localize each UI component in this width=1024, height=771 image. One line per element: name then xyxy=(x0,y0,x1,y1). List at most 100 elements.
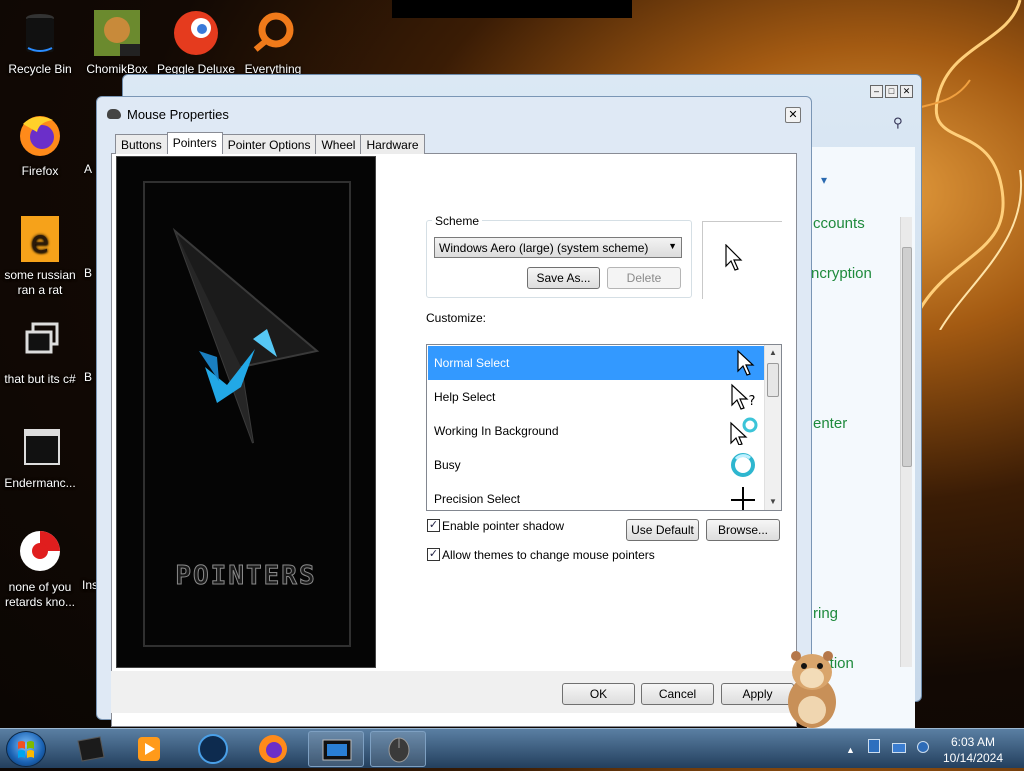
customize-label: Customize: xyxy=(426,311,487,325)
network-icon[interactable] xyxy=(868,739,881,753)
working-cursor-icon xyxy=(730,417,758,445)
arrow-cursor-icon xyxy=(725,244,743,271)
desktop-icon-label: none of you retards kno... xyxy=(4,580,76,609)
busy-cursor-icon xyxy=(731,453,755,477)
tab-pointers[interactable]: Pointers xyxy=(166,132,223,154)
desktop-partial-label: B xyxy=(83,266,92,280)
mouse-icon xyxy=(107,109,121,119)
taskbar-app-cube[interactable] xyxy=(62,731,118,767)
desktop-icon-label: Recycle Bin xyxy=(8,62,72,76)
cursor-list[interactable]: Normal Select Help Select ? Working In B… xyxy=(426,344,782,511)
list-item[interactable]: Busy xyxy=(428,448,764,482)
list-item[interactable]: Normal Select xyxy=(428,346,764,380)
enable-shadow-checkbox[interactable]: ✓ xyxy=(427,519,440,532)
dropdown-caret[interactable]: ▾ xyxy=(821,173,827,187)
close-button[interactable]: ✕ xyxy=(900,85,913,98)
scroll-up-icon[interactable]: ▲ xyxy=(765,345,781,361)
desktop-partial-label: B xyxy=(83,370,92,384)
desktop-icon-peggle[interactable]: Peggle Deluxe xyxy=(156,8,236,77)
control-panel-link[interactable]: ncryption xyxy=(811,265,872,282)
scrollbar[interactable] xyxy=(900,217,912,667)
desktop-icon-label: Firefox xyxy=(21,164,59,178)
mouse-icon xyxy=(388,737,410,763)
taskbar: ▲ 6:03 AM 10/14/2024 xyxy=(0,728,1024,768)
display-icon[interactable] xyxy=(891,743,906,753)
desktop-icon-chomikbox[interactable]: ChomikBox xyxy=(77,8,157,77)
desktop-icon-recycle-bin[interactable]: Recycle Bin xyxy=(0,8,80,77)
dialog-title: Mouse Properties xyxy=(127,107,229,122)
volume-icon[interactable] xyxy=(916,741,929,753)
save-as-button[interactable]: Save As... xyxy=(527,267,600,289)
taskbar-app-globe[interactable] xyxy=(186,731,242,767)
search-icon[interactable]: ⚲ xyxy=(893,115,903,131)
cancel-button[interactable]: Cancel xyxy=(641,683,714,705)
windows-logo-icon xyxy=(18,741,34,758)
list-item[interactable]: Help Select ? xyxy=(428,380,764,414)
allow-themes-label[interactable]: Allow themes to change mouse pointers xyxy=(442,548,655,562)
maximize-button[interactable]: □ xyxy=(885,85,898,98)
app-red-icon xyxy=(20,531,60,571)
shortcut-windows-icon xyxy=(25,322,59,354)
control-panel-link[interactable]: enter xyxy=(813,415,847,432)
everything-search-icon xyxy=(253,12,294,52)
enable-shadow-label[interactable]: Enable pointer shadow xyxy=(442,519,564,533)
scroll-down-icon[interactable]: ▼ xyxy=(765,494,781,510)
globe-app-icon xyxy=(198,734,228,764)
tab-pointer-options[interactable]: Pointer Options xyxy=(221,134,317,154)
monitor-icon xyxy=(322,739,352,761)
control-panel-link[interactable]: ccounts xyxy=(813,215,865,232)
tab-wheel[interactable]: Wheel xyxy=(315,134,362,154)
help-cursor-icon: ? xyxy=(731,383,755,410)
taskbar-clock[interactable]: 6:03 AM 10/14/2024 xyxy=(936,734,1010,766)
list-item[interactable]: Working In Background xyxy=(428,414,764,448)
tab-hardware[interactable]: Hardware xyxy=(360,134,425,154)
scheme-select[interactable]: Windows Aero (large) (system scheme) ▼ xyxy=(434,237,682,258)
taskbar-app-media-player[interactable] xyxy=(122,731,178,767)
scheme-select-value: Windows Aero (large) (system scheme) xyxy=(439,241,649,255)
allow-themes-checkbox[interactable]: ✓ xyxy=(427,548,440,561)
start-button[interactable] xyxy=(6,731,46,767)
pointer-art-icon xyxy=(172,227,320,444)
minimize-button[interactable]: – xyxy=(870,85,883,98)
system-tray: ▲ xyxy=(846,739,929,756)
chevron-down-icon: ▼ xyxy=(668,241,677,251)
redaction-bar xyxy=(392,0,632,18)
close-button[interactable]: ✕ xyxy=(785,107,801,123)
tab-buttons[interactable]: Buttons xyxy=(115,134,168,154)
clock-time: 6:03 AM xyxy=(950,735,996,749)
preview-title: POINTERS xyxy=(175,561,317,592)
media-player-icon xyxy=(138,737,160,761)
scheme-label: Scheme xyxy=(432,214,483,228)
crosshair-cursor-icon xyxy=(731,487,755,510)
use-default-button[interactable]: Use Default xyxy=(626,519,699,541)
desktop-icon-everything[interactable]: Everything xyxy=(233,8,313,77)
firefox-icon xyxy=(259,735,287,763)
cursor-preview xyxy=(702,221,782,299)
desktop-icon-none-of-you[interactable]: none of you retards kno... xyxy=(0,526,80,610)
scrollbar-thumb[interactable] xyxy=(902,247,912,467)
application-window-icon xyxy=(24,429,60,465)
desktop-partial-label: A xyxy=(83,162,92,176)
arrow-cursor-icon xyxy=(737,349,755,376)
delete-button[interactable]: Delete xyxy=(607,267,681,289)
taskbar-app-firefox[interactable] xyxy=(246,731,302,767)
ok-button[interactable]: OK xyxy=(562,683,635,705)
show-hidden-icons-arrow[interactable]: ▲ xyxy=(846,745,855,755)
control-panel-link[interactable]: ring xyxy=(813,605,838,622)
list-scrollbar[interactable]: ▲ ▼ xyxy=(764,345,781,510)
desktop-icon-some-russian[interactable]: e some russian ran a rat xyxy=(0,214,80,298)
svg-text:e: e xyxy=(31,225,49,260)
desktop-icon-firefox[interactable]: Firefox xyxy=(0,110,80,179)
clock-date: 10/14/2024 xyxy=(942,751,1004,765)
taskbar-app-control-panel[interactable] xyxy=(308,731,364,767)
scrollbar-thumb[interactable] xyxy=(767,363,779,397)
desktop-icon-label: that but its c# xyxy=(4,372,76,386)
browse-button[interactable]: Browse... xyxy=(706,519,780,541)
desktop-icon-that-but-its-cs[interactable]: that but its c# xyxy=(0,318,80,387)
desktop-icon-label: some russian ran a rat xyxy=(4,268,76,297)
taskbar-app-mouse-properties[interactable] xyxy=(370,731,426,767)
tab-strip: Buttons Pointers Pointer Options Wheel H… xyxy=(115,132,425,154)
list-item[interactable]: Precision Select xyxy=(428,482,764,510)
desktop-icon-endermanch[interactable]: Endermanc... xyxy=(0,422,80,491)
window-controls: – □ ✕ xyxy=(870,85,913,98)
